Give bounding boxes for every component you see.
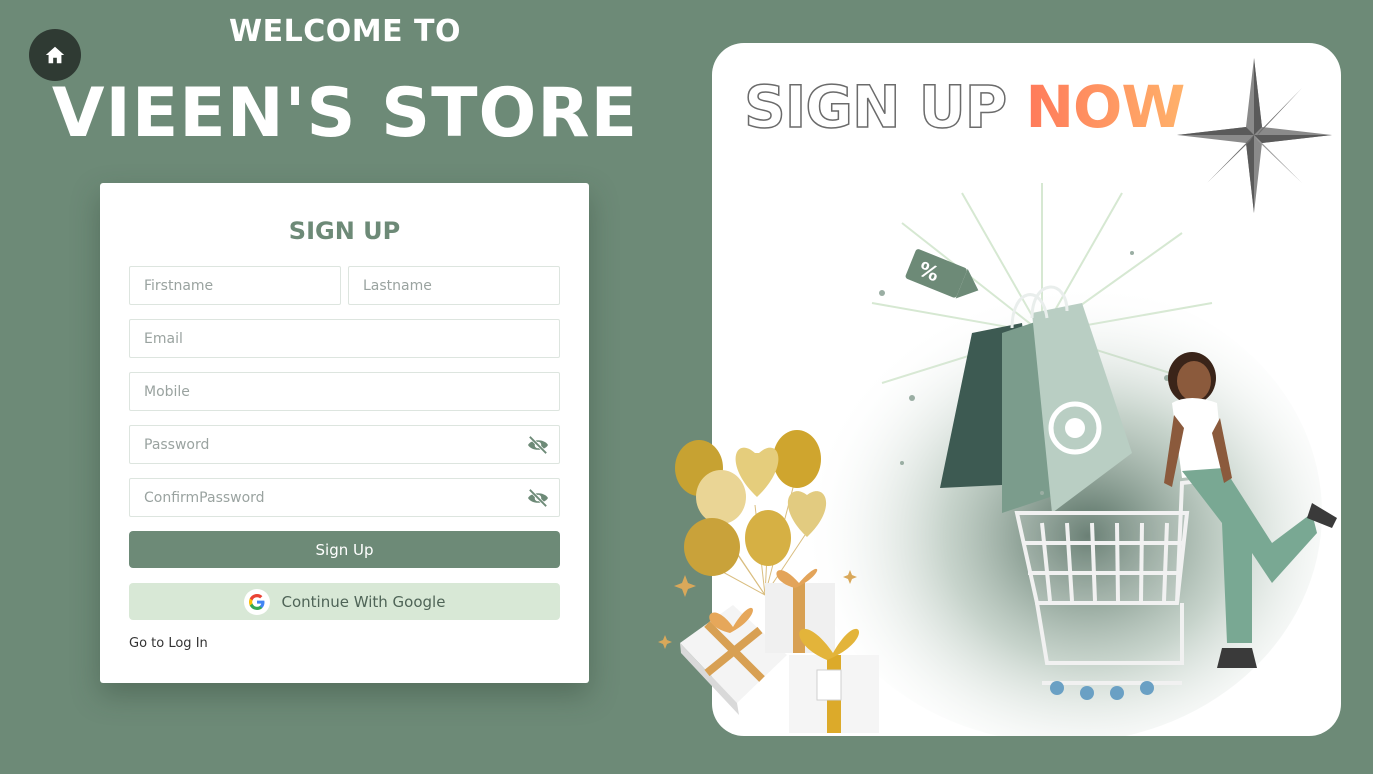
password-field	[129, 425, 560, 464]
email-field	[129, 319, 560, 358]
firstname-field	[129, 266, 341, 305]
password-input[interactable]	[130, 426, 559, 463]
promo-heading: SIGN UP NOW	[743, 72, 1186, 142]
google-button-label: Continue With Google	[281, 592, 446, 611]
balloons-gifts-illustration	[658, 430, 879, 733]
google-signin-button[interactable]: Continue With Google	[129, 583, 560, 620]
login-link[interactable]: Go to Log In	[129, 636, 208, 651]
eye-slash-icon[interactable]	[527, 435, 549, 455]
gift-box	[765, 568, 835, 653]
firstname-input[interactable]	[130, 267, 340, 304]
mobile-field	[129, 372, 560, 411]
lastname-input[interactable]	[349, 267, 559, 304]
welcome-text: WELCOME TO	[229, 14, 461, 49]
mobile-input[interactable]	[130, 373, 559, 410]
confirm-password-input[interactable]	[130, 479, 559, 516]
store-title: VIEEN'S STORE	[51, 74, 639, 153]
email-input[interactable]	[130, 320, 559, 357]
promo-heading-highlight: NOW	[1025, 73, 1186, 141]
promo-heading-outline: SIGN UP	[743, 72, 1008, 142]
lastname-field	[348, 266, 560, 305]
confirm-password-field	[129, 478, 560, 517]
eye-slash-icon[interactable]	[527, 488, 549, 508]
signup-card: SIGN UP Sign Up	[100, 183, 589, 683]
google-icon	[243, 588, 270, 615]
form-title: SIGN UP	[288, 217, 401, 245]
signup-button[interactable]: Sign Up	[129, 531, 560, 568]
